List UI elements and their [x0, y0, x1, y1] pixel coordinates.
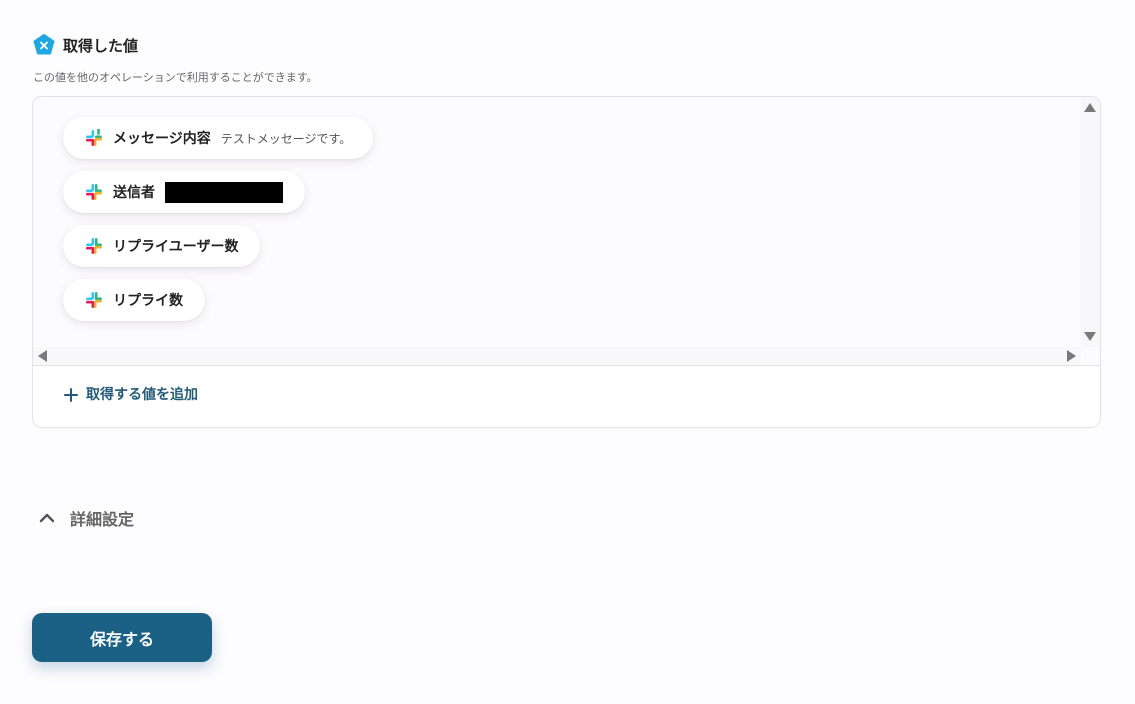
scroll-left-arrow-icon[interactable]	[38, 350, 47, 362]
chevron-up-icon	[38, 509, 56, 527]
add-value-button[interactable]: 取得する値を追加	[64, 384, 198, 404]
add-value-label: 取得する値を追加	[86, 387, 198, 403]
advanced-settings-label: 詳細設定	[70, 510, 135, 529]
save-button[interactable]: 保存する	[32, 613, 212, 662]
scroll-right-arrow-icon[interactable]	[1067, 350, 1076, 362]
value-preview: テストメッセージです。	[220, 131, 352, 146]
value-chip-message-content[interactable]: メッセージ内容 テストメッセージです。	[63, 117, 374, 159]
variable-badge-icon	[33, 34, 55, 56]
section-description: この値を他のオペレーションで利用することができます。	[33, 71, 318, 84]
value-chip-sender[interactable]: 送信者	[63, 171, 305, 213]
advanced-settings-toggle[interactable]: 詳細設定	[38, 506, 134, 530]
vertical-scrollbar[interactable]	[1081, 97, 1100, 347]
plus-icon	[64, 387, 78, 402]
value-label: リプライユーザー数	[113, 239, 239, 255]
scroll-down-arrow-icon[interactable]	[1084, 332, 1096, 341]
redacted-value	[165, 181, 283, 203]
value-label: メッセージ内容	[113, 131, 211, 147]
slack-icon	[85, 237, 103, 255]
value-label: 送信者	[113, 185, 155, 201]
scroll-up-arrow-icon[interactable]	[1084, 103, 1096, 112]
slack-icon	[85, 291, 103, 309]
value-chip-reply-user-count[interactable]: リプライユーザー数	[63, 225, 261, 267]
values-panel: メッセージ内容 テストメッセージです。 送信者 リプライユーザー数 リプライ数 …	[32, 96, 1101, 428]
value-chip-reply-count[interactable]: リプライ数	[63, 279, 205, 321]
slack-icon	[85, 127, 103, 147]
panel-divider	[33, 365, 1100, 366]
slack-icon	[85, 183, 103, 201]
values-scroll-area[interactable]: メッセージ内容 テストメッセージです。 送信者 リプライユーザー数 リプライ数	[33, 97, 1100, 365]
section-title: 取得した値	[63, 36, 139, 55]
section-header: 取得した値	[33, 34, 138, 56]
value-label: リプライ数	[113, 293, 183, 309]
horizontal-scrollbar[interactable]	[33, 347, 1081, 365]
